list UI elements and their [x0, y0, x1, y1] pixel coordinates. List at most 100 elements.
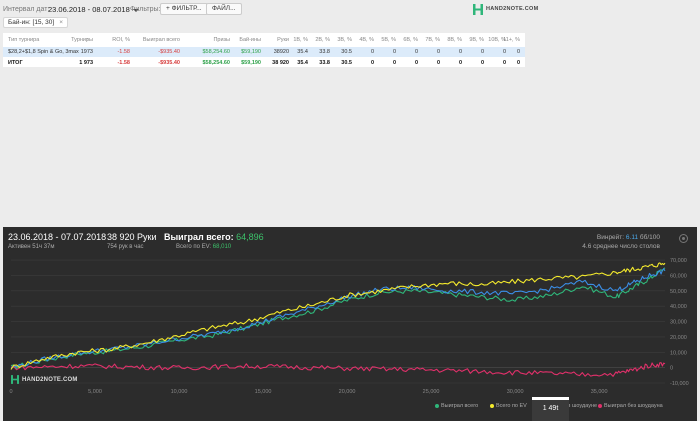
winrate-label: Винрейт: — [596, 234, 625, 241]
column-header[interactable]: Выиграл всего — [143, 37, 180, 43]
file-button[interactable]: ФАЙЛ... — [206, 3, 242, 15]
table-cell: $59,190 — [241, 49, 261, 55]
y-tick-label: 30,000 — [670, 320, 687, 326]
table-cell: $59,190 — [241, 60, 261, 66]
column-header[interactable]: 8B, % — [447, 37, 462, 43]
gear-icon[interactable] — [679, 234, 688, 243]
y-tick-label: 70,000 — [670, 258, 687, 264]
sort-arrow-icon[interactable]: ↑ — [86, 37, 89, 43]
ev-total-label: Всего по EV: — [176, 244, 212, 250]
winrate-value: 6.11 — [625, 234, 639, 241]
column-header[interactable]: 3B, % — [337, 37, 352, 43]
y-tick-label: 40,000 — [670, 304, 687, 310]
table-cell: ИТОГ — [8, 60, 23, 66]
filter-bar: Интервал дат: 23.06.2018 - 08.07.2018 Фи… — [0, 0, 700, 18]
column-header[interactable]: Призы — [213, 37, 230, 43]
table-cell: -1.58 — [117, 49, 130, 55]
legend-dot-icon — [490, 404, 494, 408]
column-header[interactable]: 6B, % — [403, 37, 418, 43]
legend-dot-icon — [435, 404, 439, 408]
table-cell: 0 — [370, 60, 374, 66]
table-cell: -$935.40 — [158, 49, 180, 55]
x-tick-label: 30,000 — [507, 389, 524, 395]
table-cell: 0 — [480, 60, 484, 66]
column-header[interactable]: 2B, % — [315, 37, 330, 43]
table-cell: 1 973 — [79, 60, 93, 66]
series-line-2 — [10, 262, 666, 370]
column-header[interactable]: 7B, % — [425, 37, 440, 43]
table-cell: 30.5 — [341, 49, 352, 55]
ev-total-value: 68,010 — [212, 244, 232, 250]
hands-count: 38 920 Руки — [107, 232, 157, 242]
legend-item[interactable]: Выиграл без шоудауна — [598, 403, 663, 409]
column-header[interactable]: Тип турнира — [8, 37, 39, 43]
table-header: Тип турнира Турниры ROI, % Выиграл всего При… — [3, 35, 525, 45]
watermark-text: HAND2NOTE.COM — [22, 376, 78, 383]
table-row[interactable]: $28,2+$1,8 Spin & Go, 3max 1973 -1.58 -$935… — [3, 47, 525, 57]
series-line-1 — [10, 267, 666, 370]
hands-per-hour: 754 рук в час — [107, 244, 144, 250]
hand2note-logo: HAND2NOTE.COM — [473, 3, 538, 15]
table-cell: 30.5 — [341, 60, 352, 66]
column-header[interactable]: Руки — [277, 37, 289, 43]
legend-item[interactable]: Всего по EV — [490, 403, 527, 409]
x-tick-label: 25,000 — [423, 389, 440, 395]
table-cell: 33.8 — [319, 49, 330, 55]
table-cell: 38 920 — [272, 60, 289, 66]
won-total: Выиграл всего: 64,896 — [164, 232, 264, 242]
winrate-unit: бб/100 — [639, 234, 660, 241]
legend-label: Всего по EV — [496, 403, 527, 409]
table-cell: 0 — [502, 60, 506, 66]
column-header[interactable]: 11+, % — [503, 37, 520, 43]
hand2note-logo-icon — [473, 3, 483, 15]
date-range-label: Интервал дат: — [3, 6, 50, 13]
column-header[interactable]: Турниры — [71, 37, 93, 43]
filter-chip-label: Бай-ин: [15, 30] — [8, 19, 55, 26]
table-cell: $28,2+$1,8 Spin & Go, 3max — [8, 49, 79, 55]
column-header[interactable]: 4B, % — [359, 37, 374, 43]
y-tick-label: 60,000 — [670, 273, 687, 279]
table-cell: 0 — [436, 60, 440, 66]
legend-label: Выиграл всего — [441, 403, 479, 409]
y-tick-label: 50,000 — [670, 289, 687, 295]
table-cell: 0 — [370, 49, 374, 55]
table-cell: $58,254.60 — [202, 49, 230, 55]
close-icon[interactable]: × — [59, 18, 63, 27]
y-tick-label: 10,000 — [670, 350, 687, 356]
table-cell: 35.4 — [297, 49, 308, 55]
table-cell: 0 — [414, 60, 418, 66]
x-tick-label: 20,000 — [339, 389, 356, 395]
add-filter-button[interactable]: + ФИЛЬТР... — [160, 3, 208, 15]
table-cell: 33.8 — [319, 60, 330, 66]
table-cell: -$935.40 — [158, 60, 180, 66]
x-tick-label: 10,000 — [171, 389, 188, 395]
table-cell: 0 — [516, 49, 520, 55]
series-line-4 — [10, 362, 666, 377]
table-cell: 0 — [458, 49, 462, 55]
tournament-table: Тип турнира Турниры ROI, % Выиграл всего При… — [3, 33, 525, 67]
profit-chart[interactable]: 70,000 60,000 50,000 40,000 30,000 20,000 10,0… — [3, 253, 697, 399]
table-cell: 0 — [516, 60, 520, 66]
ev-total: Всего по EV: 68,010 — [176, 244, 231, 250]
column-header[interactable]: 5B, % — [381, 37, 396, 43]
hand2note-watermark-icon — [11, 375, 19, 384]
legend-item[interactable]: Выиграл всего — [435, 403, 478, 409]
column-header[interactable]: Бай-ины — [239, 37, 261, 43]
stats-date-range: 23.06.2018 - 07.07.2018 — [8, 232, 107, 242]
column-header[interactable]: ROI, % — [112, 37, 130, 43]
column-header[interactable]: 1B, % — [293, 37, 308, 43]
x-tick-label: 35,000 — [591, 389, 608, 395]
date-range-value: 23.06.2018 - 08.07.2018 — [48, 5, 130, 14]
table-cell: 0 — [480, 49, 484, 55]
column-header[interactable]: 9B, % — [469, 37, 484, 43]
y-tick-label: 0 — [670, 366, 673, 372]
table-cell: 38920 — [273, 49, 289, 55]
winrate: Винрейт: 6.11 бб/100 — [597, 234, 660, 241]
table-cell: 0 — [414, 49, 418, 55]
won-total-label: Выиграл всего: — [164, 232, 234, 242]
legend-label: Выиграл без шоудауна — [604, 403, 663, 409]
table-row-total: ИТОГ 1 973 -1.58 -$935.40 $58,254.60 $59,190 3… — [3, 58, 525, 68]
filter-chip-buyin[interactable]: Бай-ин: [15, 30] × — [3, 17, 68, 28]
filters-label: Фильтры: — [130, 6, 161, 13]
date-range-select[interactable]: 23.06.2018 - 08.07.2018 — [48, 5, 139, 14]
